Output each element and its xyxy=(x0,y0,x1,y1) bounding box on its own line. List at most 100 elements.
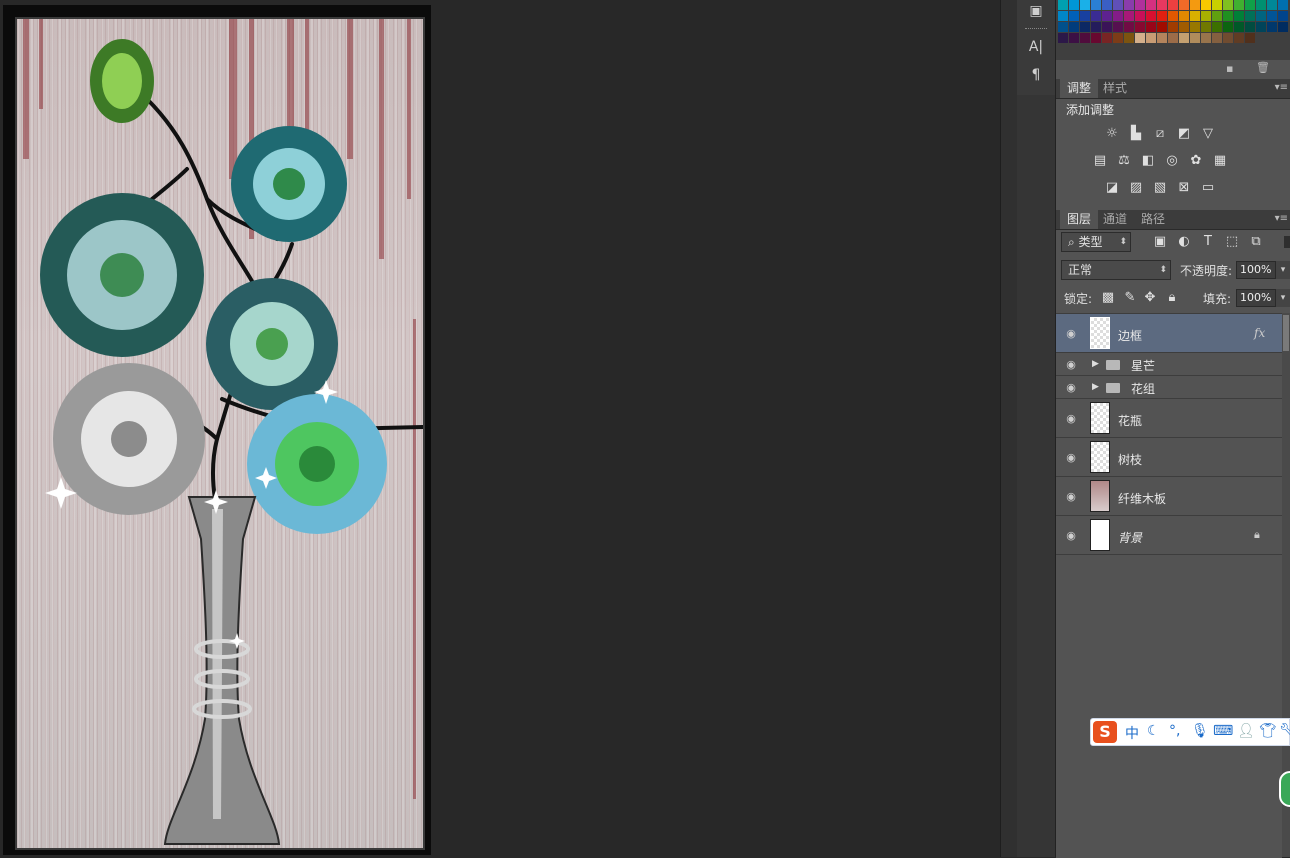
color-swatch[interactable] xyxy=(1102,11,1112,21)
floating-assistant-icon[interactable] xyxy=(1279,771,1290,807)
layer-row-fiberboard[interactable]: ◉ 纤维木板 xyxy=(1056,477,1282,516)
exposure-icon[interactable]: ◩ xyxy=(1176,126,1192,142)
vibrance-icon[interactable]: ▽ xyxy=(1200,126,1216,142)
fill-input[interactable]: 100% xyxy=(1236,289,1276,307)
expand-arrow-icon[interactable]: ▶ xyxy=(1092,382,1099,392)
filter-type-icon[interactable]: T xyxy=(1200,234,1216,250)
color-swatch[interactable] xyxy=(1179,33,1189,43)
color-swatch[interactable] xyxy=(1102,0,1112,10)
color-swatch[interactable] xyxy=(1267,0,1277,10)
filter-pixel-icon[interactable]: ▣ xyxy=(1152,234,1168,250)
color-swatch[interactable] xyxy=(1113,0,1123,10)
layer-row-starburst-group[interactable]: ◉ ▶ 星芒 xyxy=(1056,353,1282,376)
color-swatch[interactable] xyxy=(1080,11,1090,21)
new-swatch-icon[interactable]: ▪ xyxy=(1226,62,1233,75)
color-swatch[interactable] xyxy=(1157,22,1167,32)
color-swatch[interactable] xyxy=(1069,33,1079,43)
color-swatch[interactable] xyxy=(1080,0,1090,10)
color-swatch[interactable] xyxy=(1135,33,1145,43)
threshold-icon[interactable]: ▧ xyxy=(1152,180,1168,196)
color-balance-icon[interactable]: ⚖ xyxy=(1116,153,1132,169)
color-swatch[interactable] xyxy=(1190,33,1200,43)
paragraph-panel-button[interactable]: ¶ xyxy=(1025,64,1047,86)
color-swatch[interactable] xyxy=(1146,33,1156,43)
filter-adjustment-icon[interactable]: ◐ xyxy=(1176,234,1192,250)
color-swatch[interactable] xyxy=(1146,11,1156,21)
color-lookup-icon[interactable]: ▦ xyxy=(1212,153,1228,169)
opacity-input[interactable]: 100% xyxy=(1236,261,1276,279)
color-swatch[interactable] xyxy=(1245,33,1255,43)
color-swatch[interactable] xyxy=(1179,11,1189,21)
visibility-eye-icon[interactable]: ◉ xyxy=(1064,412,1078,425)
posterize-icon[interactable]: ▨ xyxy=(1128,180,1144,196)
color-swatch[interactable] xyxy=(1113,11,1123,21)
scrollbar-thumb[interactable] xyxy=(1283,315,1289,351)
color-swatch[interactable] xyxy=(1201,22,1211,32)
color-swatch[interactable] xyxy=(1245,22,1255,32)
color-swatch[interactable] xyxy=(1091,33,1101,43)
color-swatch[interactable] xyxy=(1234,33,1244,43)
selective-color-icon[interactable]: ⊠ xyxy=(1176,180,1192,196)
color-swatch[interactable] xyxy=(1256,22,1266,32)
color-swatch[interactable] xyxy=(1168,22,1178,32)
visibility-eye-icon[interactable]: ◉ xyxy=(1064,451,1078,464)
visibility-eye-icon[interactable]: ◉ xyxy=(1064,327,1078,340)
fx-icon[interactable]: fx xyxy=(1254,326,1265,340)
color-swatch[interactable] xyxy=(1102,22,1112,32)
hue-saturation-icon[interactable]: ▤ xyxy=(1092,153,1108,169)
color-swatch[interactable] xyxy=(1245,11,1255,21)
color-swatch[interactable] xyxy=(1201,11,1211,21)
gradient-map-icon[interactable]: ▭ xyxy=(1200,180,1216,196)
3d-icon[interactable]: ▣ xyxy=(1025,0,1047,22)
opacity-chevron-icon[interactable]: ▾ xyxy=(1276,261,1290,279)
color-swatch[interactable] xyxy=(1267,11,1277,21)
color-swatch[interactable] xyxy=(1091,22,1101,32)
color-swatch[interactable] xyxy=(1124,0,1134,10)
color-swatch[interactable] xyxy=(1124,22,1134,32)
lock-position-icon[interactable]: ✥ xyxy=(1142,290,1158,306)
ime-mode-toggle[interactable]: 中 xyxy=(1125,723,1139,743)
ime-toolbar[interactable]: S 中 ☾ °, 🎙︎ ⌨ 👤︎ 👕︎ 🔧︎ xyxy=(1090,718,1290,746)
color-swatch[interactable] xyxy=(1069,22,1079,32)
color-swatch[interactable] xyxy=(1234,22,1244,32)
skin-icon[interactable]: 👕︎ xyxy=(1259,723,1277,739)
color-swatch[interactable] xyxy=(1157,11,1167,21)
color-swatch[interactable] xyxy=(1212,22,1222,32)
tab-styles[interactable]: 样式 xyxy=(1096,79,1134,98)
color-swatch[interactable] xyxy=(1069,11,1079,21)
color-swatch[interactable] xyxy=(1058,33,1068,43)
lock-all-icon[interactable]: 🔒︎ xyxy=(1164,290,1180,306)
layer-row-vase[interactable]: ◉ 花瓶 xyxy=(1056,399,1282,438)
visibility-eye-icon[interactable]: ◉ xyxy=(1064,490,1078,503)
color-swatch[interactable] xyxy=(1201,0,1211,10)
color-swatch[interactable] xyxy=(1113,33,1123,43)
visibility-eye-icon[interactable]: ◉ xyxy=(1064,529,1078,542)
filter-toggle[interactable] xyxy=(1284,236,1290,248)
color-swatch[interactable] xyxy=(1102,33,1112,43)
color-swatch[interactable] xyxy=(1256,0,1266,10)
color-swatch[interactable] xyxy=(1223,0,1233,10)
brightness-contrast-icon[interactable]: ☼ xyxy=(1104,126,1120,142)
color-swatch[interactable] xyxy=(1212,11,1222,21)
color-swatch[interactable] xyxy=(1113,22,1123,32)
color-swatch[interactable] xyxy=(1179,0,1189,10)
color-swatch[interactable] xyxy=(1146,0,1156,10)
tab-layers[interactable]: 图层 xyxy=(1060,210,1099,229)
user-icon[interactable]: 👤︎ xyxy=(1237,723,1255,739)
punctuation-icon[interactable]: °, xyxy=(1169,723,1180,739)
curves-icon[interactable]: ⧄ xyxy=(1152,126,1168,142)
color-swatch[interactable] xyxy=(1278,0,1288,10)
color-swatch[interactable] xyxy=(1179,22,1189,32)
photo-filter-icon[interactable]: ◎ xyxy=(1164,153,1180,169)
color-swatch[interactable] xyxy=(1157,33,1167,43)
color-swatch[interactable] xyxy=(1212,0,1222,10)
color-swatch[interactable] xyxy=(1223,33,1233,43)
color-swatch[interactable] xyxy=(1157,0,1167,10)
color-swatch[interactable] xyxy=(1190,22,1200,32)
panel-menu-icon[interactable]: ▾≡ xyxy=(1275,82,1288,93)
color-swatch[interactable] xyxy=(1124,11,1134,21)
channel-mixer-icon[interactable]: ✿ xyxy=(1188,153,1204,169)
filter-shape-icon[interactable]: ⬚ xyxy=(1224,234,1240,250)
visibility-eye-icon[interactable]: ◉ xyxy=(1064,381,1078,394)
fill-chevron-icon[interactable]: ▾ xyxy=(1276,289,1290,307)
